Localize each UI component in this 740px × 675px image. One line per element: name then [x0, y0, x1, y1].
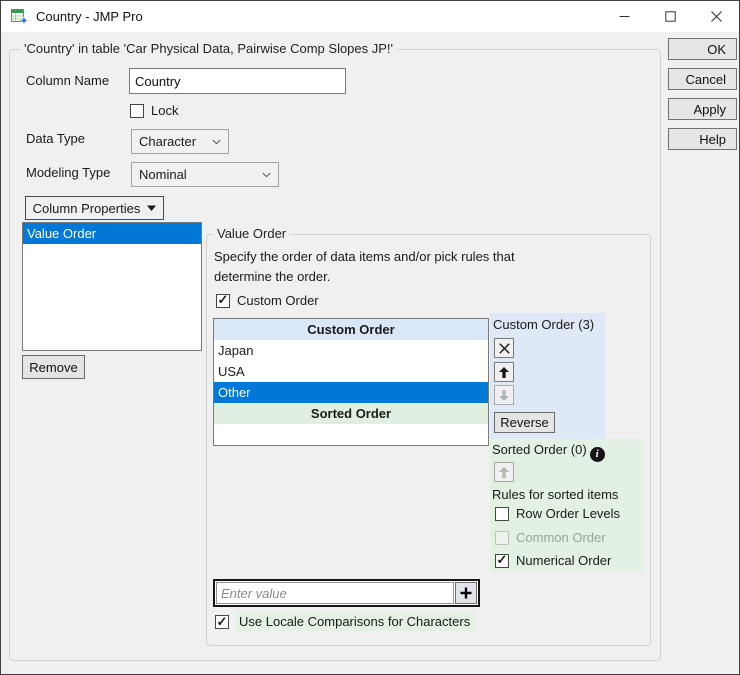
ok-button[interactable]: OK — [668, 38, 737, 60]
properties-listbox: Value Order — [22, 222, 202, 351]
data-type-value: Character — [139, 134, 196, 149]
column-info-group-label: 'Country' in table 'Car Physical Data, P… — [20, 41, 397, 56]
info-icon[interactable]: i — [590, 447, 605, 462]
modeling-type-dropdown[interactable]: Nominal — [131, 162, 279, 187]
minimize-icon — [619, 11, 630, 22]
common-order-row: Common Order — [495, 530, 606, 545]
remove-button[interactable]: Remove — [22, 355, 85, 379]
apply-button[interactable]: Apply — [668, 98, 737, 120]
order-item-empty — [214, 424, 488, 445]
window-title: Country - JMP Pro — [36, 9, 143, 24]
custom-order-panel-title: Custom Order (3) — [493, 317, 594, 332]
custom-order-checkbox-label: Custom Order — [237, 293, 319, 308]
close-icon — [711, 11, 722, 22]
custom-order-checkbox-row[interactable]: Custom Order — [216, 293, 319, 308]
numerical-order-label: Numerical Order — [516, 553, 611, 568]
column-properties-label: Column Properties — [33, 201, 141, 216]
column-name-input[interactable] — [129, 68, 346, 94]
data-type-dropdown[interactable]: Character — [131, 129, 229, 154]
lock-checkbox-row[interactable]: Lock — [130, 103, 178, 118]
close-button[interactable] — [693, 1, 739, 32]
value-order-description-line1: Specify the order of data items and/or p… — [214, 249, 515, 264]
enter-value-frame — [213, 579, 480, 607]
delete-item-button[interactable] — [494, 338, 514, 358]
chevron-down-icon — [212, 139, 221, 145]
modeling-type-label: Modeling Type — [26, 165, 110, 180]
move-up-button[interactable] — [494, 362, 514, 382]
numerical-order-row[interactable]: Numerical Order — [495, 553, 611, 568]
numerical-order-checkbox[interactable] — [495, 554, 509, 568]
rules-for-sorted-items-label: Rules for sorted items — [492, 487, 618, 502]
data-type-label: Data Type — [26, 131, 85, 146]
order-item-japan[interactable]: Japan — [214, 340, 488, 361]
row-order-levels-row[interactable]: Row Order Levels — [495, 506, 620, 521]
locale-comparisons-row[interactable]: Use Locale Comparisons for Characters — [215, 613, 475, 631]
value-order-description-line2: determine the order. — [214, 269, 330, 284]
sorted-order-panel: Sorted Order (0)i Rules for sorted items… — [490, 439, 643, 571]
sorted-move-up-button — [494, 462, 514, 482]
dialog-window: Country - JMP Pro 'Country' in table 'Ca… — [0, 0, 740, 675]
custom-order-header: Custom Order — [214, 319, 488, 340]
move-down-icon — [499, 390, 509, 401]
common-order-checkbox — [495, 531, 509, 545]
dropdown-arrow-icon — [147, 205, 156, 211]
property-item-value-order[interactable]: Value Order — [23, 223, 201, 244]
add-icon — [460, 587, 472, 599]
chevron-down-icon — [262, 172, 271, 178]
jmp-app-icon — [11, 8, 28, 25]
maximize-button[interactable] — [647, 1, 693, 32]
reverse-button[interactable]: Reverse — [494, 412, 555, 433]
value-order-group-label: Value Order — [213, 226, 290, 241]
column-name-label: Column Name — [26, 73, 109, 88]
order-item-other[interactable]: Other — [214, 382, 488, 403]
move-down-button — [494, 385, 514, 405]
add-value-button[interactable] — [455, 582, 477, 604]
maximize-icon — [665, 11, 676, 22]
custom-order-checkbox[interactable] — [216, 294, 230, 308]
modeling-type-value: Nominal — [139, 167, 187, 182]
move-up-icon — [499, 467, 509, 478]
locale-comparisons-label: Use Locale Comparisons for Characters — [236, 613, 475, 631]
column-properties-button[interactable]: Column Properties — [25, 196, 164, 220]
order-item-usa[interactable]: USA — [214, 361, 488, 382]
lock-label: Lock — [151, 103, 178, 118]
sorted-order-header: Sorted Order — [214, 403, 488, 424]
title-bar: Country - JMP Pro — [1, 1, 739, 32]
help-button[interactable]: Help — [668, 128, 737, 150]
delete-icon — [499, 343, 510, 354]
move-up-icon — [499, 367, 509, 378]
locale-comparisons-checkbox[interactable] — [215, 615, 229, 629]
row-order-levels-label: Row Order Levels — [516, 506, 620, 521]
row-order-levels-checkbox[interactable] — [495, 507, 509, 521]
custom-order-panel: Custom Order (3) Reverse — [490, 313, 605, 439]
cancel-button[interactable]: Cancel — [668, 68, 737, 90]
sorted-order-panel-title: Sorted Order (0)i — [492, 442, 605, 462]
common-order-label: Common Order — [516, 530, 606, 545]
enter-value-input[interactable] — [216, 582, 454, 604]
lock-checkbox[interactable] — [130, 104, 144, 118]
order-listbox: Custom Order Japan USA Other Sorted Orde… — [213, 318, 489, 446]
minimize-button[interactable] — [601, 1, 647, 32]
